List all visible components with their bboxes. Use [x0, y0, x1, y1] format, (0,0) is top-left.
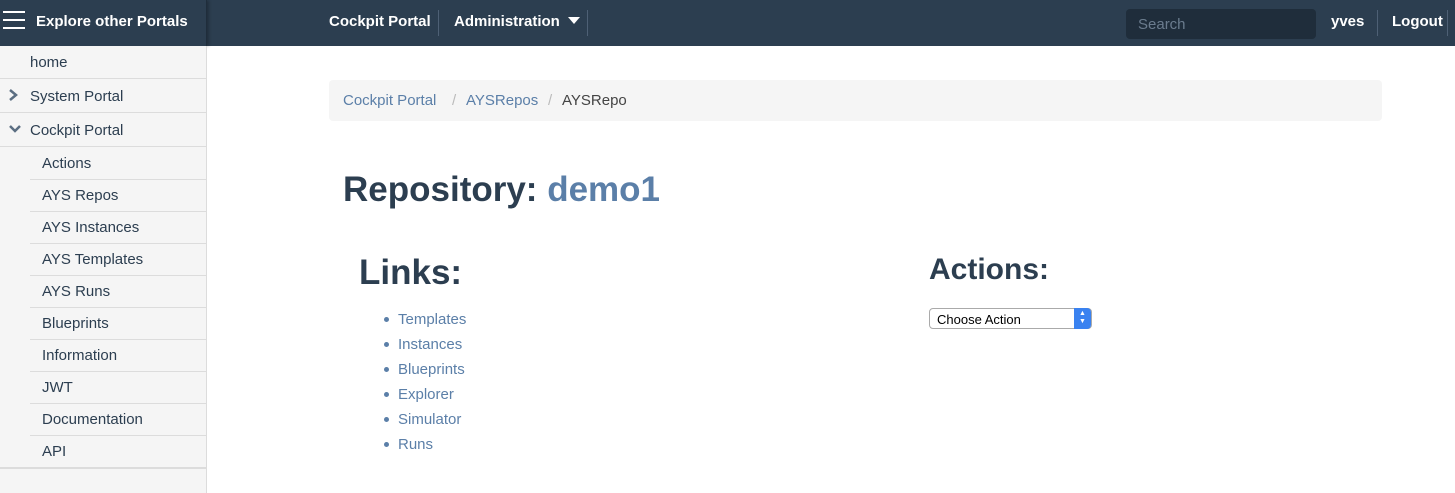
sidebar-item-label: System Portal [30, 88, 124, 105]
sidebar-item-label: AYS Templates [42, 251, 144, 268]
breadcrumb-cockpit-portal[interactable]: Cockpit Portal [343, 92, 436, 109]
link-simulator[interactable]: Simulator [398, 411, 461, 428]
sidebar-item-label: Cockpit Portal [30, 122, 124, 139]
portal-switcher[interactable]: Explore other Portals [0, 0, 207, 46]
sidebar-item-system-portal[interactable]: System Portal [0, 80, 207, 113]
nav-divider [1377, 10, 1378, 36]
sidebar-item-label: AYS Instances [42, 219, 140, 236]
bullet-icon [384, 442, 389, 447]
sidebar-item-ays-runs[interactable]: AYS Runs [30, 276, 207, 308]
sidebar-item-label: Blueprints [42, 315, 109, 332]
sidebar-item-api[interactable]: API [30, 436, 207, 468]
page-title: Repository: demo1 [343, 170, 660, 210]
nav-administration-label: Administration [454, 13, 560, 30]
sidebar-item-label: AYS Repos [42, 187, 119, 204]
user-menu[interactable]: yves [1331, 13, 1364, 30]
sidebar-item-home[interactable]: home [0, 46, 207, 79]
sidebar-item-label: home [30, 54, 68, 71]
sidebar-item-ays-templates[interactable]: AYS Templates [30, 244, 207, 276]
link-explorer[interactable]: Explorer [398, 386, 454, 403]
action-select[interactable]: Choose Action ▲ ▼ [929, 308, 1092, 329]
links-heading: Links: [359, 253, 463, 292]
logout-link[interactable]: Logout [1392, 13, 1443, 30]
action-select-value: Choose Action [937, 312, 1021, 327]
sidebar-item-cockpit-portal[interactable]: Cockpit Portal [0, 114, 207, 147]
sidebar: home System Portal Cockpit Portal Action… [0, 46, 207, 493]
sidebar-item-label: JWT [42, 379, 73, 396]
sidebar-item-label: Actions [42, 155, 92, 172]
bullet-icon [384, 342, 389, 347]
sidebar-item-ays-instances[interactable]: AYS Instances [30, 212, 207, 244]
sidebar-item-documentation[interactable]: Documentation [30, 404, 207, 436]
search-input[interactable] [1126, 9, 1316, 39]
caret-down-icon [567, 17, 580, 24]
sidebar-item-label: Documentation [42, 411, 143, 428]
hamburger-icon[interactable] [3, 11, 25, 33]
sidebar-divider [0, 467, 207, 469]
breadcrumb-aysrepos[interactable]: AYSRepos [466, 92, 538, 109]
link-templates[interactable]: Templates [398, 311, 466, 328]
sidebar-item-information[interactable]: Information [30, 340, 207, 372]
bullet-icon [384, 392, 389, 397]
bullet-icon [384, 417, 389, 422]
actions-heading: Actions: [929, 253, 1049, 286]
breadcrumb: Cockpit Portal / AYSRepos / AYSRepo [329, 80, 1382, 121]
nav-divider [587, 10, 588, 36]
sidebar-item-jwt[interactable]: JWT [30, 372, 207, 404]
sidebar-item-ays-repos[interactable]: AYS Repos [30, 180, 207, 212]
nav-administration[interactable]: Administration [454, 13, 580, 30]
repo-name: demo1 [547, 170, 661, 209]
page-title-prefix: Repository: [343, 170, 538, 209]
link-runs[interactable]: Runs [398, 436, 433, 453]
breadcrumb-divider: / [548, 92, 553, 109]
link-blueprints[interactable]: Blueprints [398, 361, 465, 378]
bullet-icon [384, 317, 389, 322]
chevron-down-icon [9, 123, 21, 137]
chevron-right-icon [9, 89, 18, 104]
explore-portals-link[interactable]: Explore other Portals [36, 13, 188, 30]
breadcrumb-aysrepo: AYSRepo [562, 92, 627, 109]
sidebar-item-label: Information [42, 347, 118, 364]
select-arrows-icon: ▲ ▼ [1074, 308, 1091, 329]
link-instances[interactable]: Instances [398, 336, 462, 353]
sidebar-item-label: API [42, 443, 67, 460]
sidebar-item-blueprints[interactable]: Blueprints [30, 308, 207, 340]
bullet-icon [384, 367, 389, 372]
nav-cockpit-portal[interactable]: Cockpit Portal [329, 13, 431, 30]
nav-divider [438, 10, 439, 36]
breadcrumb-divider: / [452, 92, 457, 109]
sidebar-item-actions[interactable]: Actions [30, 148, 207, 180]
sidebar-item-label: AYS Runs [42, 283, 111, 300]
nav-divider [1447, 10, 1448, 36]
top-navbar: Explore other Portals Cockpit Portal Adm… [0, 0, 1455, 46]
